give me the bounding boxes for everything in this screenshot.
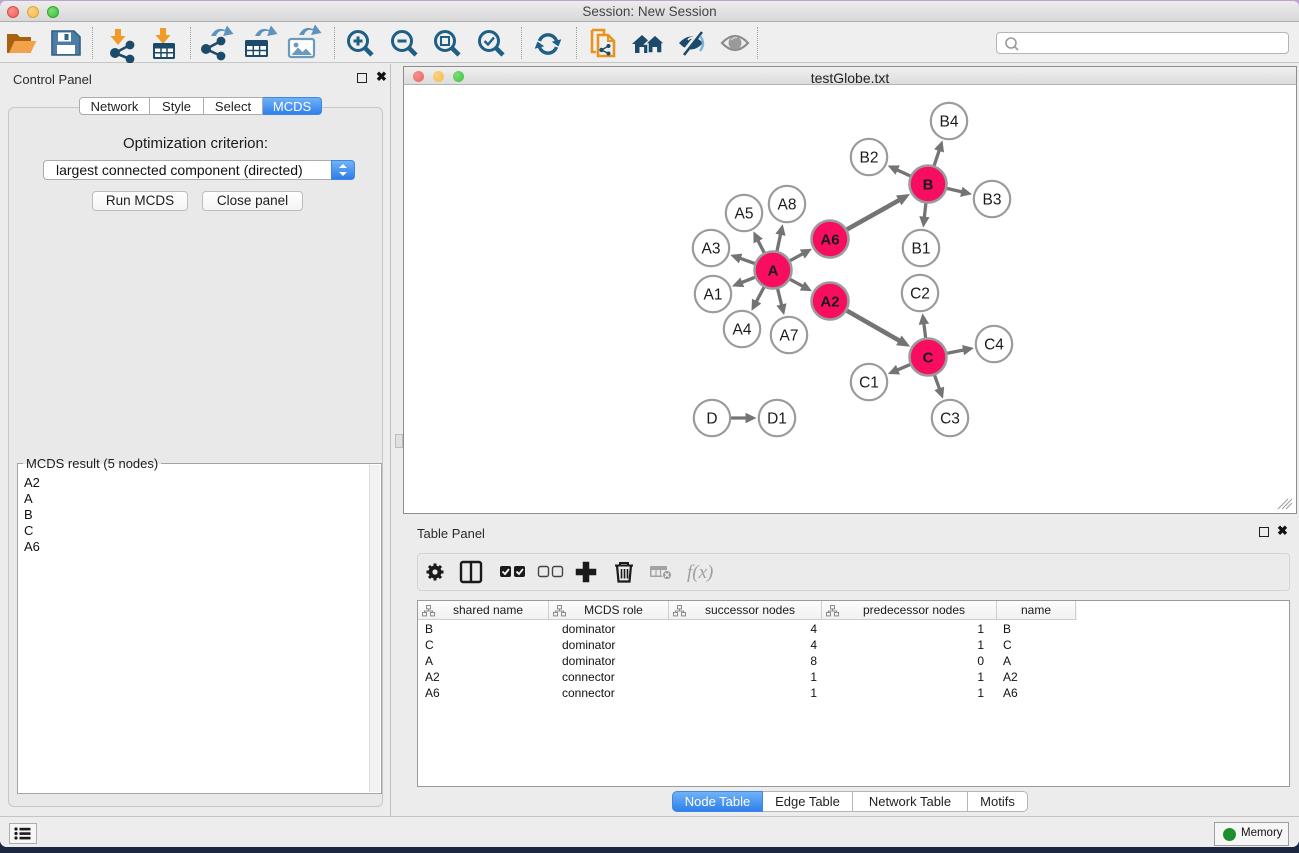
svg-text:D: D <box>706 411 717 428</box>
svg-text:A7: A7 <box>780 328 799 345</box>
svg-text:D1: D1 <box>767 411 787 428</box>
svg-text:A1: A1 <box>704 287 723 304</box>
svg-text:C2: C2 <box>910 286 930 303</box>
svg-text:f(x): f(x) <box>687 562 713 583</box>
svg-text:C4: C4 <box>984 337 1004 354</box>
svg-text:A2: A2 <box>820 294 839 311</box>
svg-text:A3: A3 <box>702 241 721 258</box>
svg-text:A4: A4 <box>733 322 752 339</box>
svg-text:B: B <box>923 177 934 194</box>
svg-text:C3: C3 <box>940 411 960 428</box>
svg-text:B4: B4 <box>940 114 959 131</box>
svg-text:B2: B2 <box>860 150 879 167</box>
svg-text:A8: A8 <box>778 197 797 214</box>
svg-text:B3: B3 <box>983 192 1002 209</box>
svg-text:C1: C1 <box>859 375 879 392</box>
svg-text:A: A <box>768 263 779 280</box>
svg-text:C: C <box>923 350 934 367</box>
svg-text:A5: A5 <box>735 206 754 223</box>
svg-text:A6: A6 <box>820 232 839 249</box>
svg-text:B1: B1 <box>912 241 931 258</box>
